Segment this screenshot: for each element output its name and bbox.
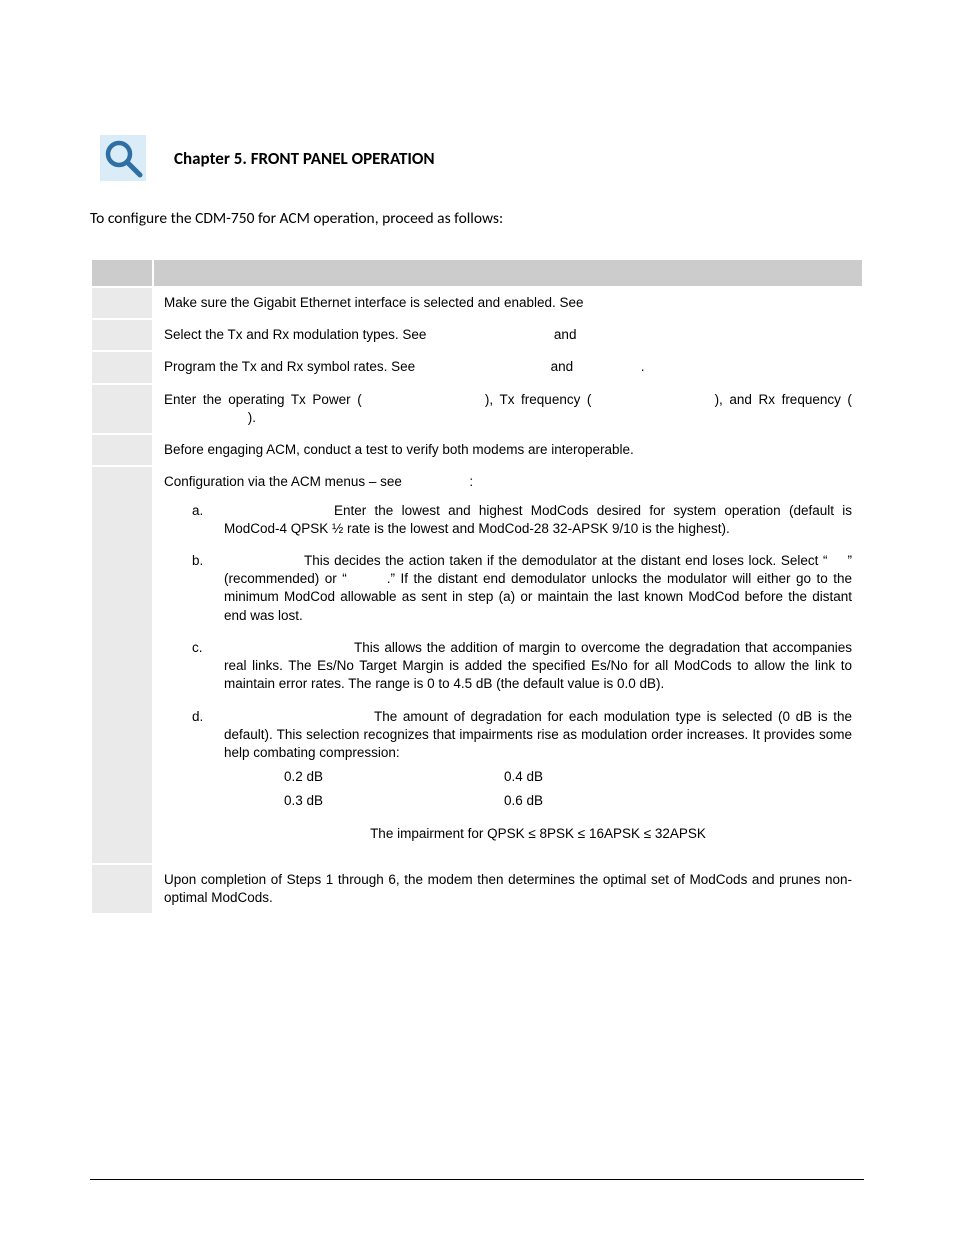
text-part: . [641, 359, 645, 374]
db-right: 0.4 dB [504, 768, 543, 786]
text-part: Program the Tx and Rx symbol rates. See [164, 359, 419, 374]
step-num [91, 319, 153, 351]
text-part: and [551, 359, 574, 374]
table-row: Select the Tx and Rx modulation types. S… [91, 319, 863, 351]
steps-table: Make sure the Gigabit Ethernet interface… [90, 258, 864, 915]
table-row: Before engaging ACM, conduct a test to v… [91, 434, 863, 466]
text-part: Enter the lowest and highest ModCods des… [224, 503, 852, 536]
text-part: This decides the action taken if the dem… [304, 553, 828, 568]
magnifier-icon [100, 135, 146, 181]
text-part: : [469, 474, 473, 489]
sub-letter: c. [192, 639, 210, 694]
chapter-title: Chapter 5. FRONT PANEL OPERATION [174, 148, 435, 169]
step-num [91, 384, 153, 434]
intro-text: To configure the CDM-750 for ACM operati… [90, 209, 864, 228]
sub-list: a. Enter the lowest and highest ModCods … [192, 502, 852, 843]
table-row: Enter the operating Tx Power ( ), Tx fre… [91, 384, 863, 434]
step-desc: Select the Tx and Rx modulation types. S… [153, 319, 863, 351]
table-header-row [91, 259, 863, 287]
text-part: ). [248, 410, 256, 425]
text-part: and [554, 327, 577, 342]
sub-letter: d. [192, 708, 210, 843]
step-num [91, 864, 153, 914]
sub-item-d: d. The amount of degradation for each mo… [192, 708, 852, 843]
sub-item-b: b. This decides the action taken if the … [192, 552, 852, 625]
table-row: Make sure the Gigabit Ethernet interface… [91, 287, 863, 319]
sub-item-a: a. Enter the lowest and highest ModCods … [192, 502, 852, 538]
sub-item-c: c. This allows the addition of margin to… [192, 639, 852, 694]
sub-body: This allows the addition of margin to ov… [224, 639, 852, 694]
sub-body: This decides the action taken if the dem… [224, 552, 852, 625]
step-num [91, 466, 153, 864]
step-num [91, 434, 153, 466]
page: Chapter 5. FRONT PANEL OPERATION To conf… [0, 0, 954, 1235]
table-header-step [91, 259, 153, 287]
step-desc: Configuration via the ACM menus – see : … [153, 466, 863, 864]
sub-body: The amount of degradation for each modul… [224, 708, 852, 843]
sub-letter: a. [192, 502, 210, 538]
sub-letter: b. [192, 552, 210, 625]
db-right: 0.6 dB [504, 792, 543, 810]
text-part: ), and Rx frequency ( [715, 392, 852, 407]
text-part: ), Tx frequency ( [485, 392, 592, 407]
db-row: 0.2 dB 0.4 dB [284, 768, 852, 786]
step-desc: Make sure the Gigabit Ethernet interface… [153, 287, 863, 319]
text-part: Enter the operating Tx Power ( [164, 392, 362, 407]
db-row: 0.3 dB 0.6 dB [284, 792, 852, 810]
table-row: Upon completion of Steps 1 through 6, th… [91, 864, 863, 914]
step-desc: Program the Tx and Rx symbol rates. See … [153, 351, 863, 383]
step-num [91, 351, 153, 383]
step-desc: Enter the operating Tx Power ( ), Tx fre… [153, 384, 863, 434]
step-num [91, 287, 153, 319]
db-left: 0.3 dB [284, 792, 504, 810]
step-desc: Upon completion of Steps 1 through 6, th… [153, 864, 863, 914]
text-part: This allows the addition of margin to ov… [224, 640, 852, 691]
sub-body: Enter the lowest and highest ModCods des… [224, 502, 852, 538]
impairment-line: The impairment for QPSK ≤ 8PSK ≤ 16APSK … [224, 825, 852, 843]
db-left: 0.2 dB [284, 768, 504, 786]
table-row: Program the Tx and Rx symbol rates. See … [91, 351, 863, 383]
footer-divider [90, 1179, 864, 1180]
text-part: The amount of degradation for each modul… [224, 709, 852, 760]
text-part: Configuration via the ACM menus – see [164, 474, 406, 489]
table-row: Configuration via the ACM menus – see : … [91, 466, 863, 864]
table-header-desc [153, 259, 863, 287]
text-part: Select the Tx and Rx modulation types. S… [164, 327, 430, 342]
step-desc: Before engaging ACM, conduct a test to v… [153, 434, 863, 466]
chapter-row: Chapter 5. FRONT PANEL OPERATION [100, 135, 864, 181]
